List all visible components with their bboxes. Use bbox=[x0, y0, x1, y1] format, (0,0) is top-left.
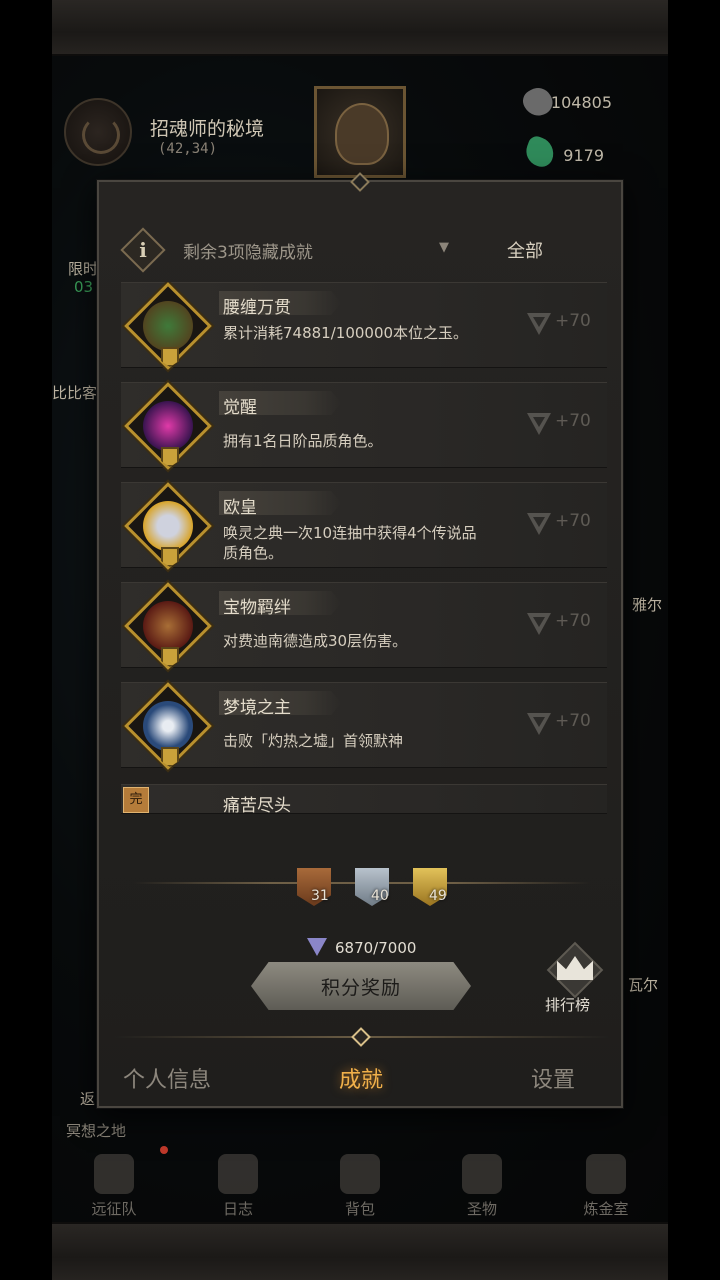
achievement-list[interactable]: 腰缠万贯 累计消耗74881/100000本位之玉。 +70 觉醒 拥有1名日阶… bbox=[121, 282, 607, 814]
achievement-row[interactable]: 觉醒 拥有1名日阶品质角色。 +70 bbox=[121, 382, 607, 471]
achievement-title: 宝物羁绊 bbox=[223, 598, 291, 618]
crowned-king-icon bbox=[124, 482, 213, 571]
player-portrait[interactable] bbox=[314, 86, 406, 178]
achievement-title: 痛苦尽头 bbox=[223, 796, 291, 814]
bg-limited-label: 限时 bbox=[68, 260, 99, 278]
achievement-title: 腰缠万贯 bbox=[223, 298, 291, 318]
nav-label: 远征队 bbox=[91, 1200, 137, 1218]
achievement-desc: 击败「灼热之墟」首领默神 bbox=[223, 732, 404, 750]
achievement-desc: 累计消耗74881/100000本位之玉。 bbox=[223, 324, 469, 342]
bottom-stone-frame bbox=[52, 1222, 668, 1280]
silver-medal-count: 40 bbox=[371, 888, 389, 904]
map-name: 招魂师的秘境 bbox=[150, 118, 265, 140]
relic-icon bbox=[462, 1154, 502, 1194]
tab-achievements[interactable]: 成就 bbox=[339, 1062, 383, 1094]
achievement-reward: +70 bbox=[555, 511, 591, 531]
bg-timer-label: 03 bbox=[74, 278, 94, 296]
points-progress: 6870/7000 bbox=[335, 939, 417, 957]
achievements-modal: i 剩余3项隐藏成就 ▼ 全部 腰缠万贯 累计消耗74881/100000本位之… bbox=[97, 172, 623, 1108]
points-icon bbox=[527, 713, 551, 735]
points-icon bbox=[527, 513, 551, 535]
nav-relic[interactable]: 圣物 bbox=[432, 1150, 532, 1220]
achievement-row[interactable]: 梦境之主 击败「灼热之墟」首领默神 +70 bbox=[121, 682, 607, 771]
ranking-button[interactable]: 排行榜 bbox=[543, 941, 609, 1014]
scroll-icon bbox=[218, 1154, 258, 1194]
filter-bar: i 剩余3项隐藏成就 ▼ 全部 bbox=[117, 224, 607, 276]
nav-label: 圣物 bbox=[466, 1200, 497, 1218]
bronze-medal-count: 31 bbox=[311, 888, 329, 904]
treasure-pouch-icon bbox=[124, 582, 213, 671]
bg-location-label: 比比客 bbox=[52, 384, 98, 402]
nav-alchemy[interactable]: 炼金室 bbox=[556, 1150, 656, 1220]
stone-currency-value: 104805 bbox=[550, 93, 612, 112]
letterbox-left bbox=[0, 0, 52, 1280]
achievement-reward: +70 bbox=[555, 411, 591, 431]
nav-label: 日志 bbox=[222, 1200, 253, 1218]
achievement-reward: +70 bbox=[555, 611, 591, 631]
nav-backpack[interactable]: 背包 bbox=[310, 1150, 410, 1220]
dream-spire-icon bbox=[124, 682, 213, 771]
achievement-desc: 唤灵之典一次10连抽中获得4个传说品质角色。 bbox=[223, 524, 477, 562]
bg-location-right-2-label: 瓦尔 bbox=[628, 976, 659, 994]
achievement-desc: 拥有1名日阶品质角色。 bbox=[223, 432, 383, 450]
complete-tag: 完 bbox=[123, 787, 149, 813]
points-icon bbox=[307, 938, 327, 956]
achievement-reward: +70 bbox=[555, 311, 591, 331]
top-stone-frame bbox=[52, 0, 668, 56]
bg-location-right-label: 雅尔 bbox=[632, 596, 663, 614]
achievement-row[interactable]: 完 痛苦尽头 bbox=[121, 784, 607, 814]
bg-back-label: 返 bbox=[80, 1090, 96, 1108]
map-coordinates: (42,34) bbox=[158, 141, 218, 157]
nav-journal[interactable]: 日志 bbox=[188, 1150, 288, 1220]
jade-currency-value: 9179 bbox=[563, 146, 604, 165]
achievement-row[interactable]: 宝物羁绊 对费迪南德造成30层伤害。 +70 bbox=[121, 582, 607, 671]
tab-personal-info[interactable]: 个人信息 bbox=[123, 1062, 211, 1094]
map-emblem-icon[interactable] bbox=[64, 98, 132, 166]
achievement-desc: 对费迪南德造成30层伤害。 bbox=[223, 632, 408, 650]
active-tab-ornament bbox=[351, 1027, 371, 1047]
ranking-label: 排行榜 bbox=[545, 996, 591, 1014]
info-icon[interactable]: i bbox=[120, 227, 166, 273]
achievement-row[interactable]: 腰缠万贯 累计消耗74881/100000本位之玉。 +70 bbox=[121, 282, 607, 371]
achievement-title: 梦境之主 bbox=[223, 698, 291, 718]
tab-settings[interactable]: 设置 bbox=[531, 1062, 575, 1094]
achievement-reward: +70 bbox=[555, 711, 591, 731]
treasure-chest-icon bbox=[124, 282, 213, 371]
nav-expedition[interactable]: 远征队 bbox=[64, 1150, 164, 1220]
dropdown-arrow-icon[interactable]: ▼ bbox=[439, 240, 449, 255]
letterbox-right bbox=[668, 0, 720, 1280]
meditation-label: 冥想之地 bbox=[66, 1122, 127, 1140]
alchemy-icon bbox=[586, 1154, 626, 1194]
achievement-title: 觉醒 bbox=[223, 398, 257, 418]
points-icon bbox=[527, 313, 551, 335]
hidden-achievements-label: 剩余3项隐藏成就 bbox=[183, 243, 313, 263]
points-icon bbox=[527, 413, 551, 435]
backpack-icon bbox=[340, 1154, 380, 1194]
gold-medal-count: 49 bbox=[429, 888, 447, 904]
nav-label: 背包 bbox=[344, 1200, 375, 1218]
points-icon bbox=[527, 613, 551, 635]
purple-orb-icon bbox=[124, 382, 213, 471]
achievement-title: 欧皇 bbox=[223, 498, 257, 518]
nav-label: 炼金室 bbox=[583, 1200, 629, 1218]
achievement-row[interactable]: 欧皇 唤灵之典一次10连抽中获得4个传说品质角色。 +70 bbox=[121, 482, 607, 571]
helmet-icon bbox=[94, 1154, 134, 1194]
filter-select[interactable]: 全部 bbox=[507, 237, 543, 263]
points-reward-button[interactable]: 积分奖励 bbox=[251, 962, 471, 1010]
